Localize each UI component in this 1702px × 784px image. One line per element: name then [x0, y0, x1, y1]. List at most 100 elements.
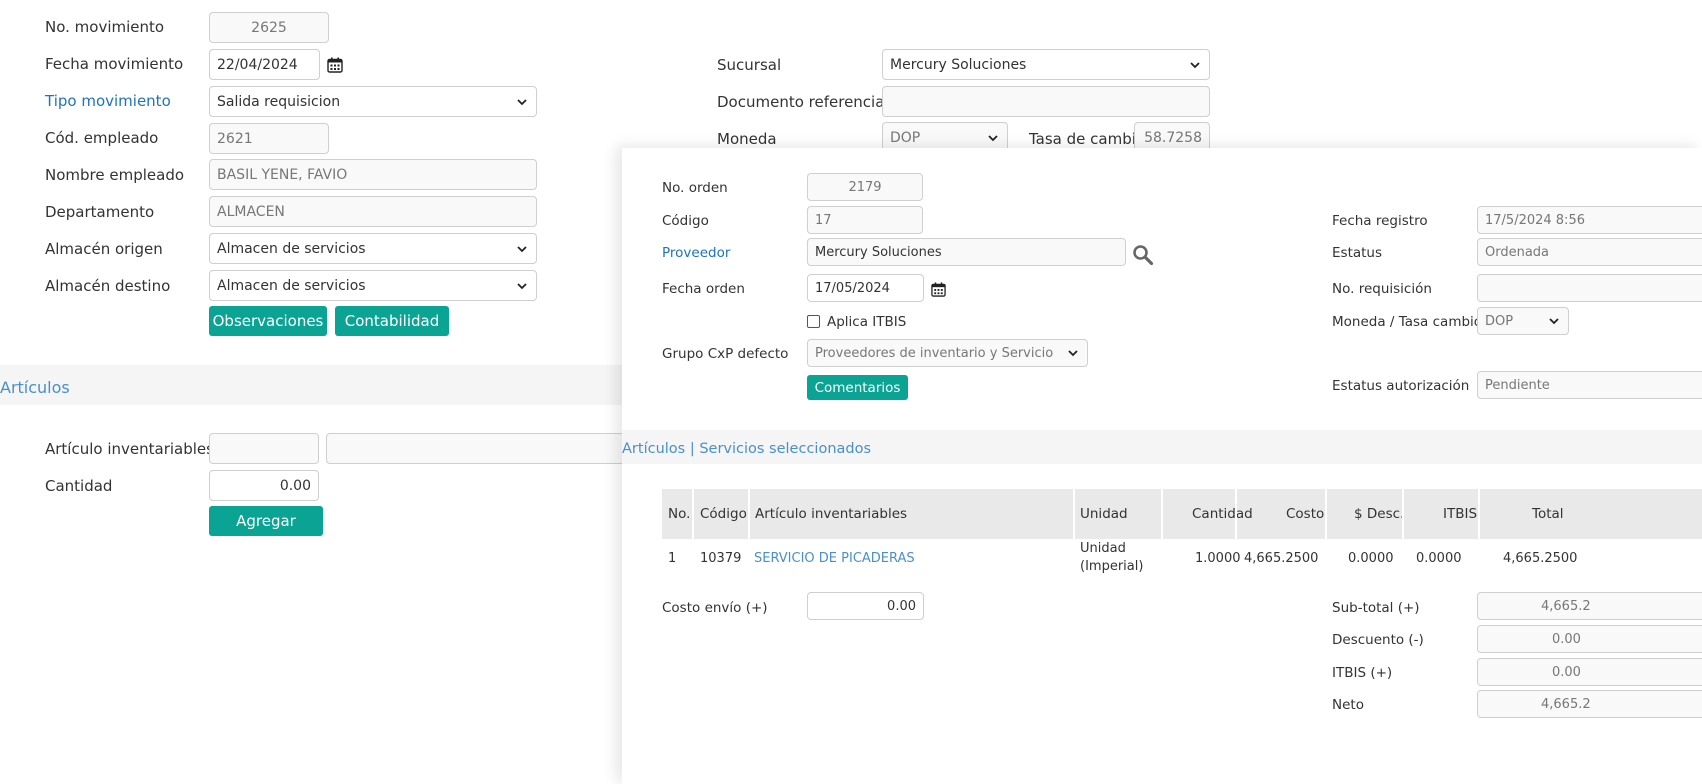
moneda-tasa-select[interactable]: DOP — [1477, 307, 1569, 335]
row-costo: 4,665.2500 — [1244, 551, 1319, 566]
servicios-section-title: Artículos | Servicios seleccionados — [622, 441, 872, 457]
col-total: Total — [1532, 506, 1564, 522]
subtotal-field[interactable]: 4,665.2 — [1477, 592, 1702, 620]
almacen-destino-label: Almacén destino — [45, 277, 171, 295]
col-no: No. — [668, 506, 691, 522]
chevron-down-icon — [1068, 350, 1078, 357]
col-costo: Costo — [1286, 506, 1325, 522]
descuento-label: Descuento (-) — [1332, 632, 1424, 648]
departamento-field[interactable]: ALMACEN — [209, 196, 537, 227]
aplica-itbis-label: Aplica ITBIS — [827, 314, 907, 330]
moneda-value: DOP — [890, 129, 921, 146]
itbis-total-label: ITBIS (+) — [1332, 665, 1393, 681]
no-requisicion-label: No. requisición — [1332, 281, 1432, 297]
no-movimiento-label: No. movimiento — [45, 18, 165, 36]
nombre-empleado-field[interactable]: BASIL YENE, FAVIO — [209, 159, 537, 190]
comentarios-button[interactable]: Comentarios — [807, 375, 908, 400]
cod-empleado-field[interactable]: 2621 — [209, 123, 329, 154]
row-codigo: 10379 — [700, 551, 742, 566]
nombre-empleado-label: Nombre empleado — [45, 166, 185, 184]
departamento-label: Departamento — [45, 203, 155, 221]
grupo-cxp-label: Grupo CxP defecto — [662, 346, 789, 362]
table-row[interactable]: 1 10379 SERVICIO DE PICADERAS Unidad (Im… — [662, 539, 1702, 579]
fecha-registro-label: Fecha registro — [1332, 213, 1428, 229]
col-cantidad: Cantidad — [1192, 506, 1253, 522]
neto-field[interactable]: 4,665.2 — [1477, 690, 1702, 718]
articulo-label: Artículo inventariables — [45, 440, 214, 458]
observaciones-button[interactable]: Observaciones — [209, 306, 327, 336]
tipo-movimiento-select[interactable]: Salida requisicion — [209, 86, 537, 117]
no-movimiento-field[interactable]: 2625 — [209, 12, 329, 43]
sucursal-select[interactable]: Mercury Soluciones — [882, 49, 1210, 80]
col-unidad: Unidad — [1080, 506, 1128, 522]
chevron-down-icon — [517, 282, 527, 289]
almacen-destino-select[interactable]: Almacen de servicios — [209, 270, 537, 301]
fecha-movimiento-input[interactable]: 22/04/2024 — [209, 49, 320, 80]
tasa-cambio-label: Tasa de cambio — [1029, 130, 1146, 148]
moneda-tasa-value: DOP — [1485, 313, 1514, 329]
articulos-section-header — [0, 365, 622, 405]
articulo-name-input[interactable] — [326, 433, 646, 464]
documento-referencia-input[interactable] — [882, 86, 1210, 117]
row-itbis: 0.0000 — [1416, 551, 1462, 566]
chevron-down-icon — [517, 245, 527, 252]
row-cantidad: 1.0000 — [1195, 551, 1241, 566]
row-total: 4,665.2500 — [1503, 551, 1578, 566]
calendar-icon[interactable] — [327, 57, 343, 73]
subtotal-label: Sub-total (+) — [1332, 600, 1420, 616]
codigo-label: Código — [662, 213, 709, 229]
cantidad-label: Cantidad — [45, 477, 113, 495]
row-no: 1 — [668, 551, 677, 566]
search-icon[interactable] — [1132, 244, 1154, 266]
codigo-field[interactable]: 17 — [807, 206, 923, 234]
col-desc: $ Desc. — [1354, 506, 1405, 522]
no-requisicion-field[interactable] — [1477, 274, 1702, 302]
descuento-field[interactable]: 0.00 — [1477, 625, 1702, 653]
costo-envio-input[interactable]: 0.00 — [807, 592, 924, 620]
estatus-field[interactable]: Ordenada — [1477, 238, 1702, 266]
tipo-movimiento-label[interactable]: Tipo movimiento — [45, 92, 171, 110]
articulos-section-title: Artículos — [0, 378, 70, 397]
itbis-total-field[interactable]: 0.00 — [1477, 658, 1702, 686]
almacen-origen-select[interactable]: Almacen de servicios — [209, 233, 537, 264]
proveedor-label[interactable]: Proveedor — [662, 245, 730, 261]
grupo-cxp-select[interactable]: Proveedores de inventario y Servicio — [807, 339, 1088, 367]
estatus-autorizacion-field[interactable]: Pendiente — [1477, 371, 1702, 399]
moneda-tasa-label: Moneda / Tasa cambio — [1332, 314, 1483, 330]
calendar-icon[interactable] — [931, 282, 946, 297]
chevron-down-icon — [1549, 318, 1559, 325]
chevron-down-icon — [517, 98, 527, 105]
almacen-origen-label: Almacén origen — [45, 240, 163, 258]
fecha-registro-field[interactable]: 17/5/2024 8:56 — [1477, 206, 1702, 234]
col-codigo: Código — [700, 506, 747, 522]
almacen-destino-value: Almacen de servicios — [217, 277, 366, 294]
no-orden-field[interactable]: 2179 — [807, 173, 923, 201]
chevron-down-icon — [1190, 61, 1200, 68]
row-articulo-link[interactable]: SERVICIO DE PICADERAS — [754, 551, 915, 566]
col-itbis: ITBIS — [1443, 506, 1478, 522]
fecha-movimiento-label: Fecha movimiento — [45, 55, 184, 73]
sucursal-label: Sucursal — [717, 56, 782, 74]
sucursal-value: Mercury Soluciones — [890, 56, 1027, 73]
proveedor-field[interactable]: Mercury Soluciones — [807, 238, 1126, 266]
row-desc: 0.0000 — [1348, 551, 1394, 566]
agregar-button[interactable]: Agregar — [209, 506, 323, 536]
cod-empleado-label: Cód. empleado — [45, 129, 159, 147]
cantidad-input[interactable]: 0.00 — [209, 470, 319, 501]
no-orden-label: No. orden — [662, 180, 728, 196]
chevron-down-icon — [988, 134, 998, 141]
purchase-order-panel: No. orden 2179 Código 17 Proveedor Mercu… — [622, 148, 1702, 784]
estatus-label: Estatus — [1332, 245, 1383, 261]
aplica-itbis-checkbox[interactable] — [807, 315, 820, 328]
estatus-autorizacion-label: Estatus autorización — [1332, 378, 1470, 394]
fecha-orden-label: Fecha orden — [662, 281, 745, 297]
documento-referencia-label: Documento referencia — [717, 93, 885, 111]
fecha-orden-input[interactable]: 17/05/2024 — [807, 274, 924, 302]
costo-envio-label: Costo envío (+) — [662, 600, 768, 616]
contabilidad-button[interactable]: Contabilidad — [335, 306, 449, 336]
row-unidad-line1: Unidad — [1080, 541, 1126, 556]
articulo-code-input[interactable] — [209, 433, 319, 464]
almacen-origen-value: Almacen de servicios — [217, 240, 366, 257]
moneda-label: Moneda — [717, 130, 777, 148]
col-articulo: Artículo inventariables — [755, 506, 908, 522]
